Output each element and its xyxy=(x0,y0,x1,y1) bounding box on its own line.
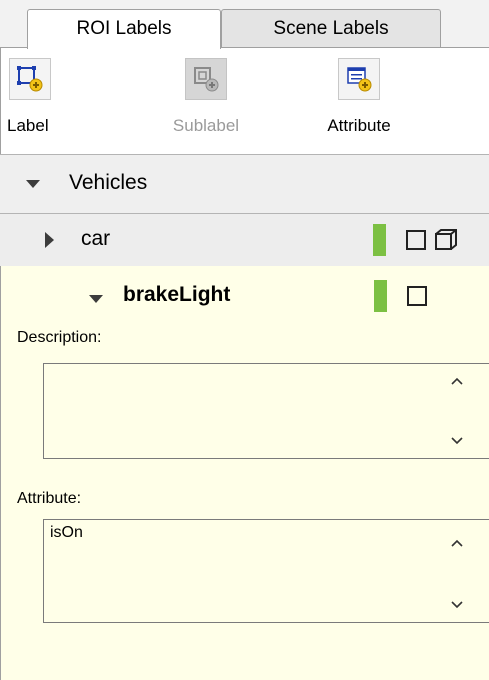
collapse-label-icon[interactable] xyxy=(89,295,103,303)
scroll-up-icon[interactable] xyxy=(450,538,464,548)
rectangle-icon xyxy=(406,230,426,250)
scroll-down-icon[interactable] xyxy=(450,436,464,446)
add-sublabel-icon xyxy=(185,58,227,100)
label-row-brakelight[interactable]: brakeLight Description: Attribute: isOn xyxy=(0,266,489,680)
add-attribute-icon xyxy=(338,58,380,100)
description-field[interactable] xyxy=(43,363,489,459)
label-color-swatch[interactable] xyxy=(374,280,387,312)
add-attribute-button[interactable]: Attribute xyxy=(319,58,399,136)
add-sublabel-text: Sublabel xyxy=(172,116,240,135)
group-name: Vehicles xyxy=(69,171,148,194)
add-label-button[interactable]: Label xyxy=(5,58,65,136)
tab-scene-labels[interactable]: Scene Labels xyxy=(221,9,441,48)
expand-label-icon[interactable] xyxy=(45,232,54,248)
rectangle-icon xyxy=(407,286,427,306)
attribute-field[interactable]: isOn xyxy=(43,519,489,623)
roi-label-panel: ROI Labels Scene Labels Label Sublabel A… xyxy=(0,0,489,680)
add-label-text: Label xyxy=(7,116,49,135)
collapse-group-icon[interactable] xyxy=(26,180,40,188)
label-name-brakelight: brakeLight xyxy=(123,283,231,306)
attribute-label: Attribute: xyxy=(17,490,82,507)
add-sublabel-button[interactable]: Sublabel xyxy=(161,58,251,136)
scroll-up-icon[interactable] xyxy=(450,376,464,386)
add-attribute-text: Attribute xyxy=(327,116,391,135)
label-color-swatch[interactable] xyxy=(373,224,386,256)
tab-roi-labels[interactable]: ROI Labels xyxy=(27,9,221,49)
add-label-icon xyxy=(9,58,51,100)
group-row-vehicles[interactable]: Vehicles xyxy=(0,155,489,213)
tab-strip: ROI Labels Scene Labels xyxy=(0,0,489,49)
scroll-down-icon[interactable] xyxy=(450,600,464,610)
label-name-car: car xyxy=(81,227,111,250)
cuboid-icon xyxy=(435,229,457,250)
attribute-value: isOn xyxy=(50,524,83,541)
description-label: Description: xyxy=(17,329,102,346)
label-row-car[interactable]: car xyxy=(0,214,489,266)
label-toolbar: Label Sublabel Attribute xyxy=(0,48,489,154)
